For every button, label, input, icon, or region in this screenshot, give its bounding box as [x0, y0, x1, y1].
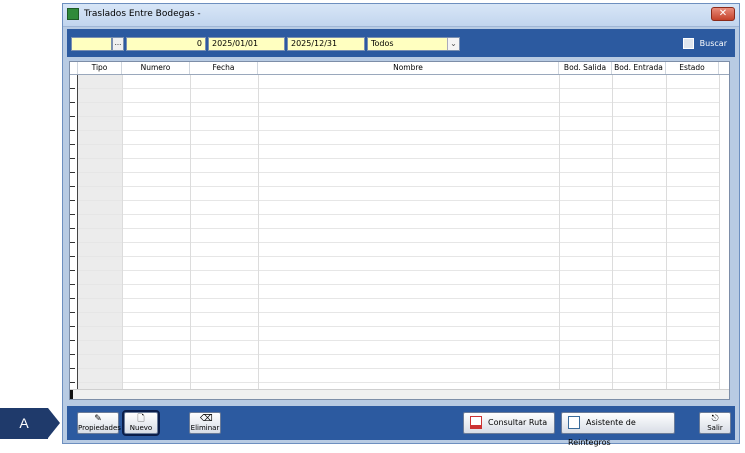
table-row[interactable] — [78, 89, 719, 103]
table-row[interactable] — [78, 75, 719, 89]
delete-button[interactable]: ⌫ Eliminar — [189, 412, 221, 434]
row-selector-mark — [70, 284, 75, 285]
search-label: Buscar — [699, 39, 727, 48]
row-selector-mark — [70, 144, 75, 145]
reintegro-assistant-button[interactable]: Asistente de Reintegros — [561, 412, 675, 447]
row-selector-mark — [70, 312, 75, 313]
new-button[interactable]: 🗋 Nuevo — [122, 410, 160, 436]
filter-bar: ... 0 2025/01/01 2025/12/31 Todos ⌄ Busc… — [67, 29, 735, 57]
number-input[interactable]: 0 — [126, 37, 206, 51]
horizontal-scrollbar[interactable] — [70, 389, 729, 399]
date-from-input[interactable]: 2025/01/01 — [208, 37, 285, 51]
document-wizard-icon — [568, 416, 580, 429]
annotation-marker: A — [0, 408, 60, 439]
row-selector-column[interactable] — [70, 75, 78, 389]
table-row[interactable] — [78, 229, 719, 243]
row-selector-mark — [70, 200, 75, 201]
table-row[interactable] — [78, 117, 719, 131]
date-to-input[interactable]: 2025/12/31 — [287, 37, 365, 51]
col-tipo[interactable]: Tipo — [78, 62, 122, 74]
table-row[interactable] — [78, 313, 719, 327]
exit-door-icon: ⎋ — [711, 414, 719, 424]
row-selector-mark — [70, 116, 75, 117]
table-header: Tipo Numero Fecha Nombre Bod. Salida Bod… — [70, 62, 729, 75]
col-nombre[interactable]: Nombre — [258, 62, 559, 74]
bottom-toolbar: ✎ Propiedades 🗋 Nuevo ⌫ Eliminar Consult… — [67, 406, 735, 447]
table-row[interactable] — [78, 145, 719, 159]
row-selector-mark — [70, 326, 75, 327]
row-selector-mark — [70, 130, 75, 131]
row-selector-mark — [70, 340, 75, 341]
row-selector-mark — [70, 270, 75, 271]
row-selector-mark — [70, 102, 75, 103]
scrollbar-thumb[interactable] — [70, 390, 73, 399]
eraser-icon: ⌫ — [200, 414, 213, 424]
col-estado[interactable]: Estado — [666, 62, 719, 74]
table-row[interactable] — [78, 187, 719, 201]
annotation-label: A — [19, 415, 29, 431]
table-row[interactable] — [78, 257, 719, 271]
table-row[interactable] — [78, 355, 719, 369]
table-row[interactable] — [78, 271, 719, 285]
row-selector-mark — [70, 228, 75, 229]
row-selector-mark — [70, 368, 75, 369]
row-selector-mark — [70, 298, 75, 299]
title-bar: Traslados Entre Bodegas - ✕ — [63, 4, 739, 27]
exit-button[interactable]: ⎋ Salir — [699, 412, 731, 434]
row-selector-mark — [70, 172, 75, 173]
status-select-value: Todos — [371, 39, 394, 48]
row-selector-mark — [70, 382, 75, 383]
pdf-icon — [470, 416, 482, 429]
col-fecha[interactable]: Fecha — [190, 62, 258, 74]
lookup-button[interactable]: ... — [112, 37, 124, 51]
table-row[interactable] — [78, 159, 719, 173]
table-row[interactable] — [78, 243, 719, 257]
table-row[interactable] — [78, 201, 719, 215]
app-icon — [67, 8, 79, 20]
close-button[interactable]: ✕ — [711, 7, 735, 21]
chevron-down-icon[interactable]: ⌄ — [447, 38, 459, 50]
row-selector-mark — [70, 256, 75, 257]
edit-properties-icon: ✎ — [94, 414, 102, 424]
table-row[interactable] — [78, 327, 719, 341]
table-row[interactable] — [78, 285, 719, 299]
table-row[interactable] — [78, 131, 719, 145]
search-button[interactable]: Buscar — [682, 37, 727, 51]
row-selector-mark — [70, 186, 75, 187]
row-selector-mark — [70, 214, 75, 215]
col-bod-salida[interactable]: Bod. Salida — [559, 62, 612, 74]
row-selector-mark — [70, 242, 75, 243]
code-input[interactable] — [71, 37, 112, 51]
table-row[interactable] — [78, 341, 719, 355]
row-selector-mark — [70, 158, 75, 159]
row-selector-mark — [70, 88, 75, 89]
window-title: Traslados Entre Bodegas - — [84, 9, 201, 19]
properties-button[interactable]: ✎ Propiedades — [77, 412, 121, 434]
status-select[interactable]: Todos ⌄ — [367, 37, 460, 51]
search-icon — [682, 38, 694, 49]
new-document-icon: 🗋 — [137, 414, 145, 424]
table-row[interactable] — [78, 215, 719, 229]
col-numero[interactable]: Numero — [122, 62, 190, 74]
transfers-table[interactable]: Tipo Numero Fecha Nombre Bod. Salida Bod… — [69, 61, 730, 400]
table-row[interactable] — [78, 173, 719, 187]
app-window: Traslados Entre Bodegas - ✕ ... 0 2025/0… — [62, 3, 740, 447]
table-row[interactable] — [78, 103, 719, 117]
col-bod-entrada[interactable]: Bod. Entrada — [612, 62, 666, 74]
table-row[interactable] — [78, 299, 719, 313]
row-selector-mark — [70, 354, 75, 355]
row-selector-header — [70, 62, 78, 74]
consult-route-button[interactable]: Consultar Ruta — [463, 412, 555, 434]
table-row[interactable] — [78, 369, 719, 383]
